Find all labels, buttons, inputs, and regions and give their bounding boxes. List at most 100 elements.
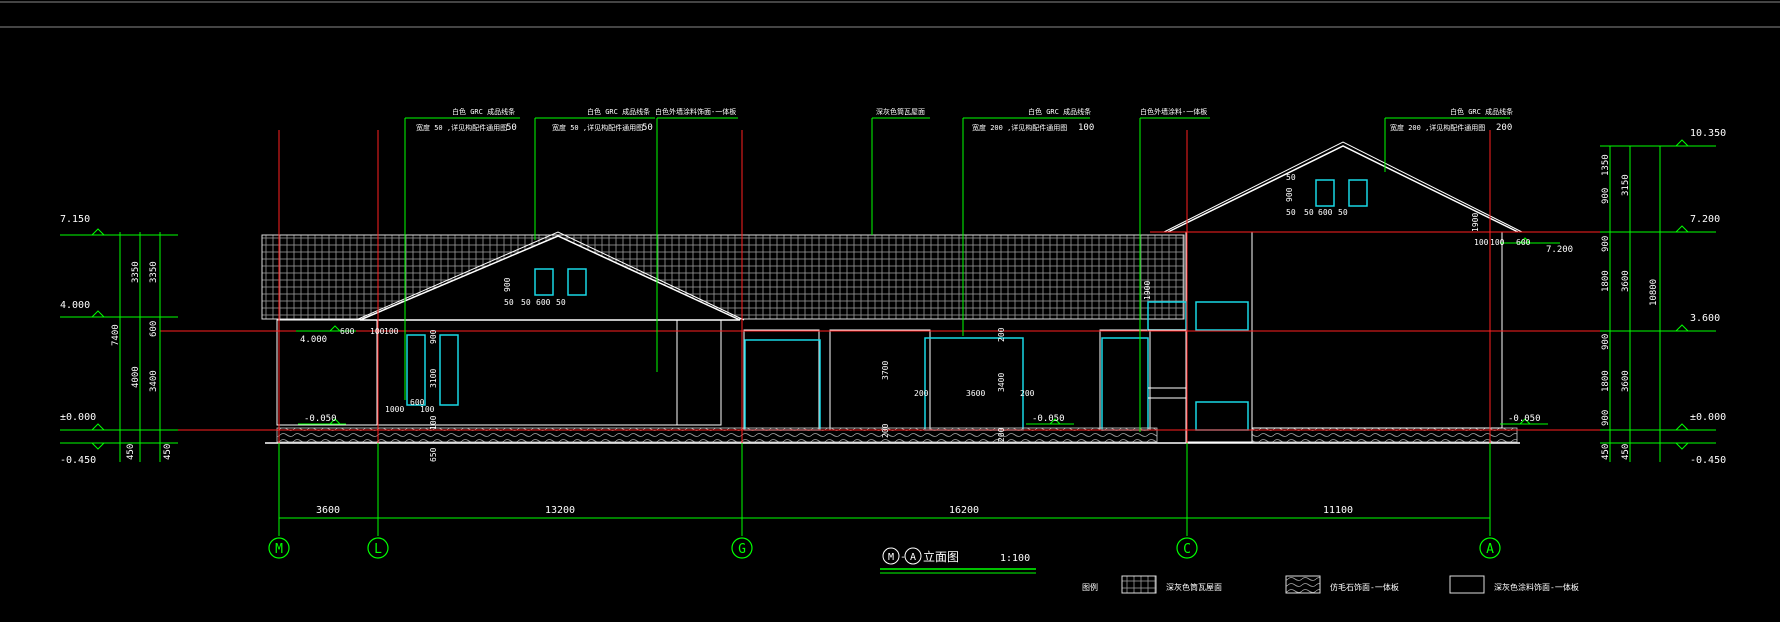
mark-mid-m0050: -0.050 <box>1032 414 1065 424</box>
right-gable-trim <box>1163 141 1523 233</box>
ldim-600: 600 <box>149 321 159 337</box>
wdim-m-200a: 200 <box>914 389 929 398</box>
anno-grc2-sub: 宽度 50 ,详见构配件通用图 <box>552 123 643 132</box>
title-scale: 1:100 <box>1000 553 1030 564</box>
ldim-3350b: 3350 <box>149 261 159 283</box>
glazing-bay-1 <box>744 339 821 431</box>
ldim-3400: 3400 <box>149 370 159 392</box>
wall-column <box>676 319 722 426</box>
anno-grc4-sub: 宽度 200 ,详见构配件通用图 <box>1390 123 1485 132</box>
title-dash: - <box>900 552 906 563</box>
hdim-3600: 3600 <box>316 505 340 516</box>
anno-grc2: 白色 GRC 成品线条 <box>587 107 650 116</box>
ldim-4000: 4000 <box>131 366 141 388</box>
glazing-bay-3 <box>1101 337 1149 431</box>
wdim-m-200e: 200 <box>881 423 890 438</box>
anno-paint2: 白色外墙涂料-一体板 <box>1140 107 1207 116</box>
mark-right-7200: 7.200 <box>1546 245 1573 255</box>
anno-grc1-sub: 宽度 50 ,详见构配件通用图 <box>416 123 507 132</box>
ldim-450b: 450 <box>163 444 173 460</box>
wdim-l-50c: 50 <box>556 298 566 307</box>
title-circle-start: M <box>888 552 894 563</box>
wall-bay-3 <box>1099 329 1151 431</box>
wdim-l-3100: 3100 <box>429 369 438 388</box>
anno-grc3-sub: 宽度 200 ,详见构配件通用图 <box>972 123 1067 132</box>
rdim-900b: 900 <box>1601 236 1611 252</box>
rdim-900a: 900 <box>1601 188 1611 204</box>
legend-label: 图例 <box>1082 582 1098 592</box>
wdim-m-3700: 3700 <box>881 361 890 380</box>
hdim-11100: 11100 <box>1323 505 1353 516</box>
wdim-m-3600: 3600 <box>966 389 985 398</box>
wdim-r-50a: 50 <box>1286 208 1296 217</box>
ldim-3350a: 3350 <box>131 261 141 283</box>
wdim-l-100a: 100 <box>370 327 385 336</box>
right-level-m0450: -0.450 <box>1690 455 1726 466</box>
wdim-l-50b: 50 <box>521 298 531 307</box>
anno-paint1: 白色外墙涂料饰面-一体板 <box>655 107 736 116</box>
wdim-l-100b: 100 <box>384 327 399 336</box>
glazing-bay-2 <box>924 337 1024 431</box>
legend-item-1: 深灰色筒瓦屋面 <box>1166 582 1222 592</box>
wdim-m-1900: 1900 <box>1143 281 1152 300</box>
wdim-l-650: 650 <box>429 447 438 462</box>
rdim-3600a: 3600 <box>1621 270 1631 292</box>
wall-bay-1 <box>743 329 820 431</box>
door-left-1 <box>406 334 426 406</box>
mark-right-m0050: -0.050 <box>1508 414 1541 424</box>
grid-extension-lines <box>278 443 1491 536</box>
ldim-450a: 450 <box>126 444 136 460</box>
left-level-m0450: -0.450 <box>60 455 96 466</box>
wdim-l-900: 900 <box>503 277 512 292</box>
rdim-10800: 10800 <box>1649 279 1659 306</box>
rdim-1350: 1350 <box>1601 154 1611 176</box>
wdim-l-600c: 600 <box>410 398 425 407</box>
wdim-r-600: 600 <box>1318 208 1333 217</box>
balcony-lower <box>1195 401 1249 431</box>
right-level-10350: 10.350 <box>1690 128 1726 139</box>
rdim-3600b: 3600 <box>1621 370 1631 392</box>
anno-roof: 深灰色筒瓦屋面 <box>876 107 925 116</box>
door-left-2 <box>439 334 459 406</box>
rdim-450b: 450 <box>1621 444 1631 460</box>
legend-item-3: 深灰色涂料饰面-一体板 <box>1494 582 1579 592</box>
left-level-0000: ±0.000 <box>60 412 96 423</box>
hdim-16200: 16200 <box>949 505 979 516</box>
grid-bubble-g: G <box>738 542 746 557</box>
wdim-m-3400: 3400 <box>997 373 1006 392</box>
wdim-r-600b: 600 <box>1516 238 1531 247</box>
anno-grc4: 白色 GRC 成品线条 <box>1450 107 1513 116</box>
right-level-7200: 7.200 <box>1690 214 1720 225</box>
left-level-7150: 7.150 <box>60 214 90 225</box>
wall-bay-2 <box>829 329 931 431</box>
rdim-1800b: 1800 <box>1601 370 1611 392</box>
grid-bubble-m: M <box>275 542 283 557</box>
rdim-900d: 900 <box>1601 410 1611 426</box>
mark-left-4000: 4.000 <box>300 335 327 345</box>
right-level-3600: 3.600 <box>1690 313 1720 324</box>
cad-canvas: M L G C A 3600 13200 16200 11100 7.150 4… <box>0 0 1780 622</box>
wdim-m-200b: 200 <box>1020 389 1035 398</box>
rdim-450a: 450 <box>1601 444 1611 460</box>
right-block-wall <box>1251 231 1503 429</box>
balcony-upper <box>1195 301 1249 331</box>
anno-grc1: 白色 GRC 成品线条 <box>452 107 515 116</box>
anno-grc3-num: 100 <box>1078 123 1094 133</box>
ldim-7400: 7400 <box>111 324 121 346</box>
rdim-900c: 900 <box>1601 334 1611 350</box>
wdim-r-100a: 100 <box>1474 238 1489 247</box>
grid-bubble-l: L <box>374 542 382 557</box>
left-level-4000: 4.000 <box>60 300 90 311</box>
wdim-l-900b: 900 <box>429 329 438 344</box>
title-suffix: 立面图 <box>923 549 959 564</box>
wdim-r-1900: 1900 <box>1471 213 1480 232</box>
grid-bubble-a: A <box>1486 542 1494 557</box>
elevation-drawing: M L G C A 3600 13200 16200 11100 7.150 4… <box>0 1 1780 594</box>
wdim-r-50b: 50 <box>1286 173 1296 182</box>
right-level-0000: ±0.000 <box>1690 412 1726 423</box>
legend-item-2: 仿毛石饰面-一体板 <box>1330 582 1399 592</box>
wdim-r-900: 900 <box>1285 187 1294 202</box>
right-gable <box>1167 145 1519 233</box>
anno-grc2-num: 50 <box>642 123 653 133</box>
rdim-1800a: 1800 <box>1601 270 1611 292</box>
